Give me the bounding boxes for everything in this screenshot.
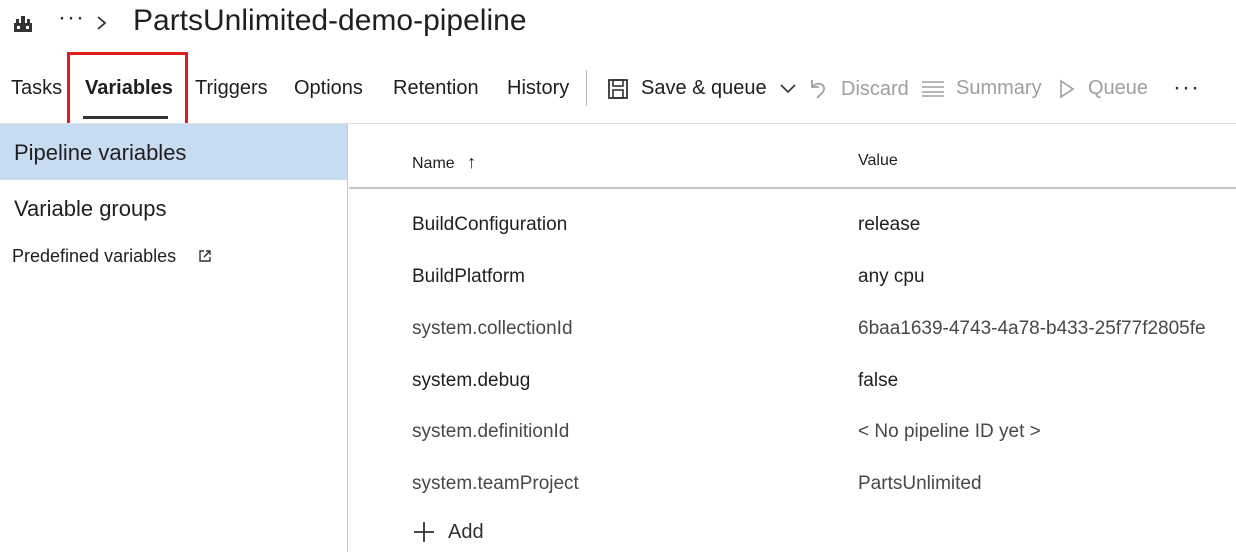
table-row[interactable]: system.debug false <box>349 356 1236 408</box>
tab-tasks[interactable]: Tasks <box>11 77 62 100</box>
variable-name: system.collectionId <box>412 318 573 339</box>
sort-ascending-icon: ↑ <box>467 152 477 172</box>
breadcrumb-more-button[interactable]: ··· <box>58 4 85 32</box>
add-label: Add <box>448 520 484 543</box>
table-row[interactable]: system.definitionId < No pipeline ID yet… <box>349 407 1236 459</box>
tab-triggers[interactable]: Triggers <box>195 77 268 100</box>
plus-icon <box>414 522 434 542</box>
tab-options[interactable]: Options <box>294 77 363 100</box>
more-actions-button[interactable]: ··· <box>1173 74 1200 102</box>
variable-value: PartsUnlimited <box>858 473 982 494</box>
tab-retention[interactable]: Retention <box>393 77 479 100</box>
toolbar-divider <box>586 70 587 106</box>
save-queue-label: Save & queue <box>641 77 767 99</box>
table-header-divider <box>349 187 1236 189</box>
variable-value[interactable]: false <box>858 370 898 392</box>
column-header-value: Value <box>858 152 898 169</box>
external-link-icon <box>199 250 211 262</box>
variable-value[interactable]: release <box>858 214 920 236</box>
chevron-down-icon[interactable] <box>779 82 797 96</box>
play-icon <box>1060 79 1075 98</box>
nav-variable-groups-label: Variable groups <box>14 196 167 221</box>
table-row[interactable]: system.collectionId 6baa1639-4743-4a78-b… <box>349 304 1236 356</box>
variable-name[interactable]: BuildPlatform <box>412 266 525 288</box>
undo-icon <box>811 80 825 99</box>
variable-name: system.teamProject <box>412 473 579 494</box>
summary-label: Summary <box>956 77 1042 99</box>
variable-value[interactable]: any cpu <box>858 266 925 288</box>
nav-variable-groups[interactable]: Variable groups <box>0 192 347 228</box>
predefined-variables-label: Predefined variables <box>12 246 177 266</box>
tab-history[interactable]: History <box>507 77 569 100</box>
name-header-label: Name <box>412 155 455 172</box>
pipeline-icon <box>14 16 32 32</box>
discard-button[interactable]: Discard <box>808 77 909 101</box>
chevron-right-icon <box>97 16 107 30</box>
page-title: PartsUnlimited-demo-pipeline <box>133 4 527 37</box>
summary-button[interactable]: Summary <box>921 77 1042 100</box>
highlight-annotation <box>67 52 188 127</box>
table-row[interactable]: BuildPlatform any cpu <box>349 252 1236 304</box>
save-queue-button[interactable]: Save & queue <box>607 77 797 100</box>
predefined-variables-link[interactable]: Predefined variables <box>0 244 347 272</box>
variable-value: 6baa1639-4743-4a78-b433-25f77f2805fe <box>858 318 1206 339</box>
variable-name[interactable]: BuildConfiguration <box>412 214 567 236</box>
queue-label: Queue <box>1088 77 1149 99</box>
page-header: ··· PartsUnlimited-demo-pipeline <box>0 0 1236 50</box>
variable-name: system.definitionId <box>412 421 570 442</box>
table-row[interactable]: system.teamProject PartsUnlimited <box>349 459 1236 511</box>
variable-value: < No pipeline ID yet > <box>858 421 1041 442</box>
queue-button[interactable]: Queue <box>1058 77 1148 100</box>
table-row[interactable]: BuildConfiguration release <box>349 200 1236 252</box>
variable-name[interactable]: system.debug <box>412 370 530 392</box>
nav-pipeline-variables[interactable]: Pipeline variables <box>0 124 347 180</box>
summary-icon <box>922 80 944 97</box>
discard-label: Discard <box>841 77 909 100</box>
column-header-name[interactable]: Name ↑ <box>412 152 476 173</box>
add-variable-button[interactable]: Add <box>412 520 484 544</box>
nav-pipeline-variables-label: Pipeline variables <box>14 140 187 165</box>
variables-nav: Pipeline variables Variable groups Prede… <box>0 124 348 552</box>
variables-table: Name ↑ Value BuildConfiguration release … <box>349 124 1236 552</box>
save-icon <box>608 78 628 99</box>
